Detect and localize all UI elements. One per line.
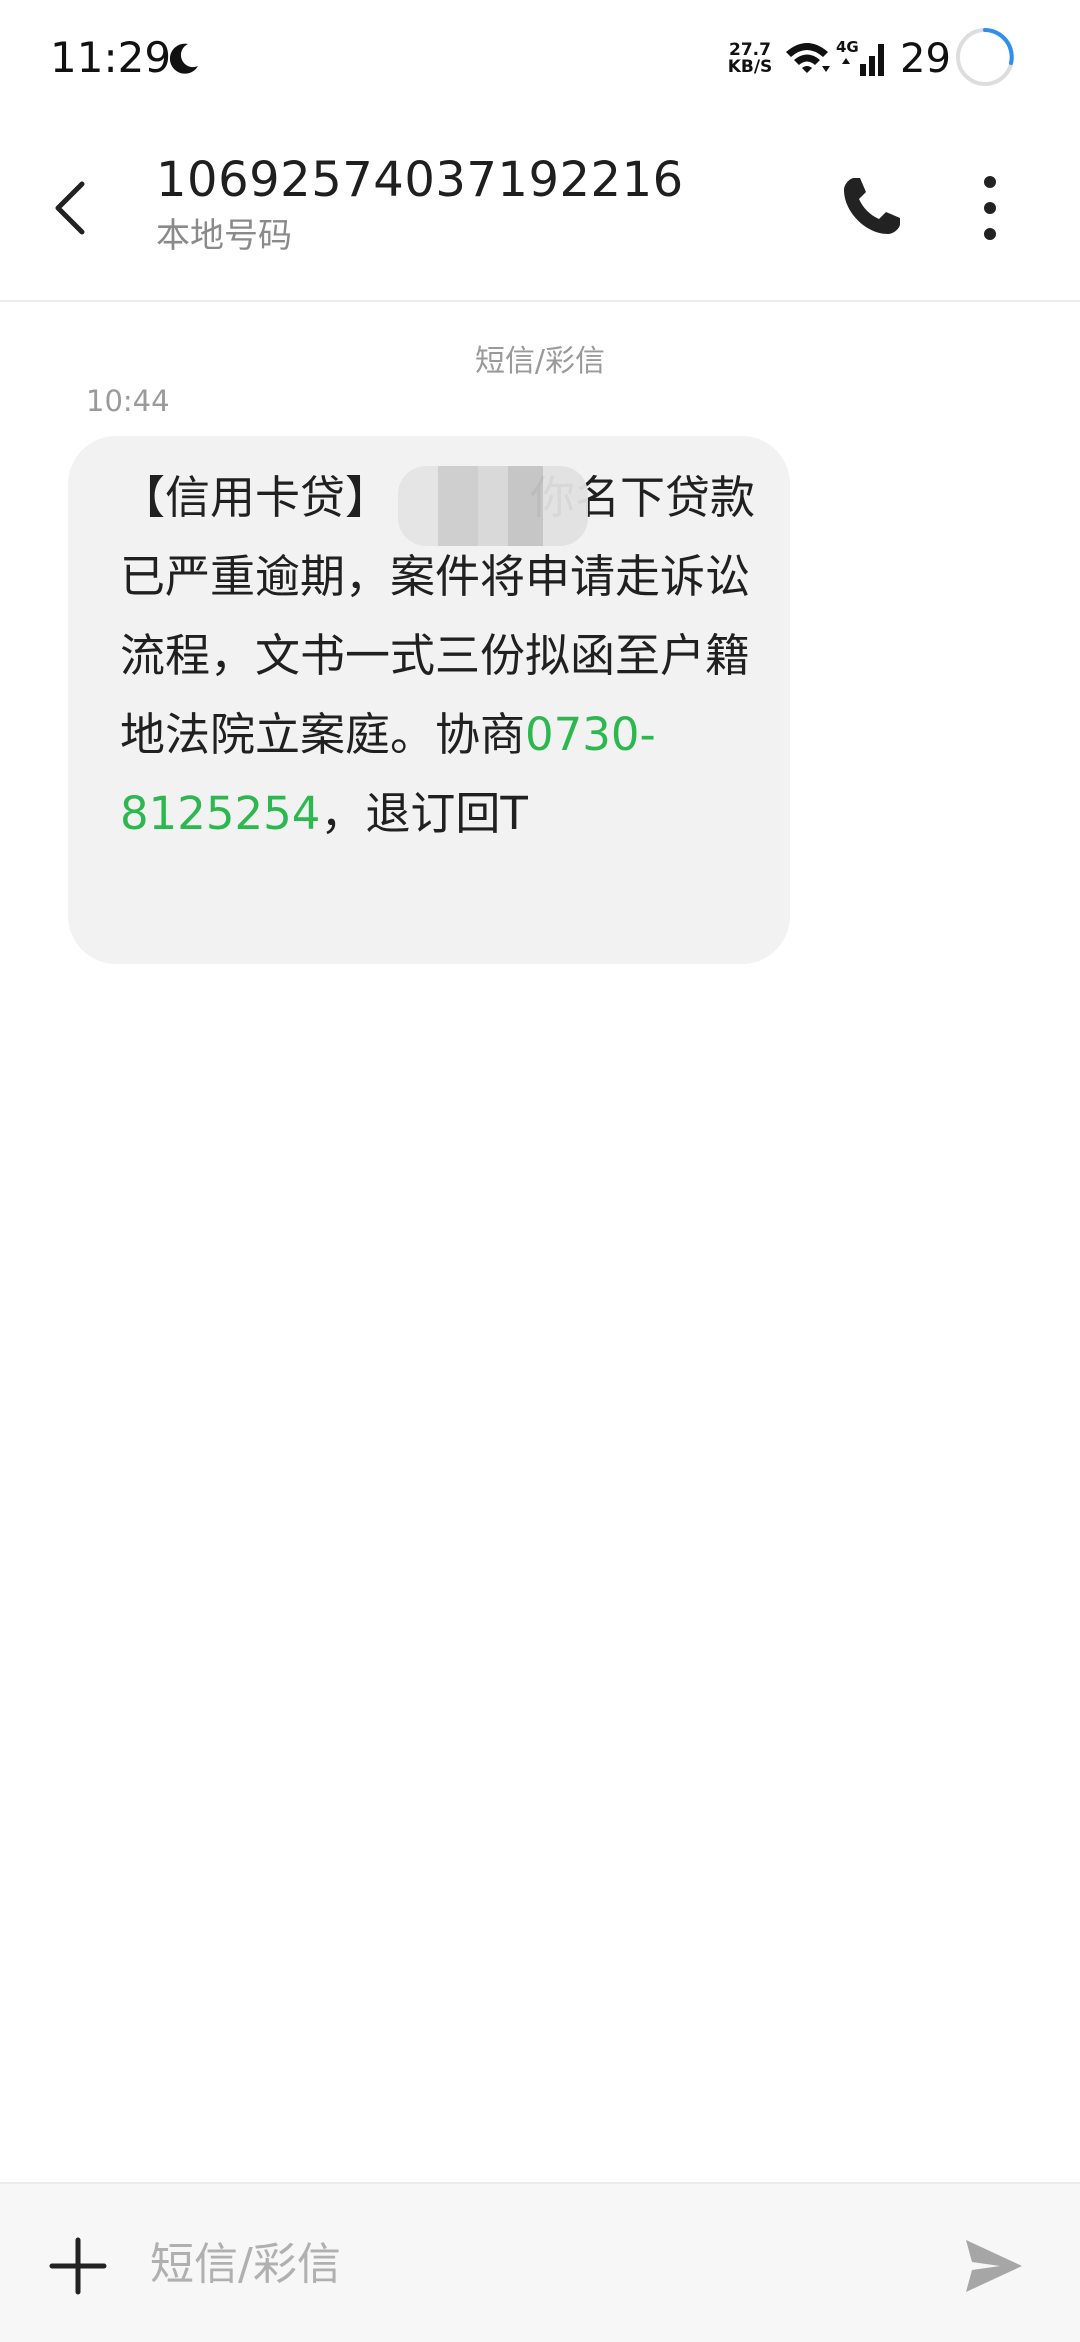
phone-call-icon[interactable] xyxy=(836,172,906,242)
message-input[interactable] xyxy=(150,2222,910,2306)
channel-label: 短信/彩信 xyxy=(474,344,606,379)
send-icon[interactable] xyxy=(962,2234,1026,2298)
wifi-icon xyxy=(786,43,830,73)
conversation-header: 10692574037192216 本地号码 xyxy=(0,116,1080,302)
back-arrow-icon[interactable] xyxy=(40,168,104,248)
message-text-start: 【信用卡贷】 xyxy=(120,471,391,524)
message-text-end: ，退订回T xyxy=(320,787,528,840)
status-time: 11:29 xyxy=(50,33,172,82)
moon-icon xyxy=(169,43,198,74)
network-speed: 27.7 KB/S xyxy=(724,42,776,76)
status-bar: 11:29 27.7 KB/S 4G 29 xyxy=(0,0,1080,116)
plus-icon[interactable] xyxy=(46,2234,110,2298)
compose-bar xyxy=(0,2182,1080,2342)
battery-level: 29 xyxy=(900,36,951,82)
message-bubble[interactable]: 【信用卡贷】 你名下贷款已严重逾期，案件将申请走诉讼流程，文书一式三份拟函至户籍地… xyxy=(68,436,790,964)
network-speed-unit: KB/S xyxy=(727,57,773,77)
more-vert-icon[interactable] xyxy=(960,172,1020,244)
redaction-blur xyxy=(398,466,588,546)
contact-number[interactable]: 10692574037192216 xyxy=(156,148,684,212)
message-timestamp: 10:44 xyxy=(86,384,170,418)
network-type: 4G xyxy=(836,38,859,56)
battery-ring-icon xyxy=(956,28,1014,86)
message-list[interactable]: 短信/彩信 10:44 【信用卡贷】 你名下贷款已严重逾期，案件将申请走诉讼流程，… xyxy=(0,302,1080,2182)
contact-subtitle: 本地号码 xyxy=(156,216,292,256)
